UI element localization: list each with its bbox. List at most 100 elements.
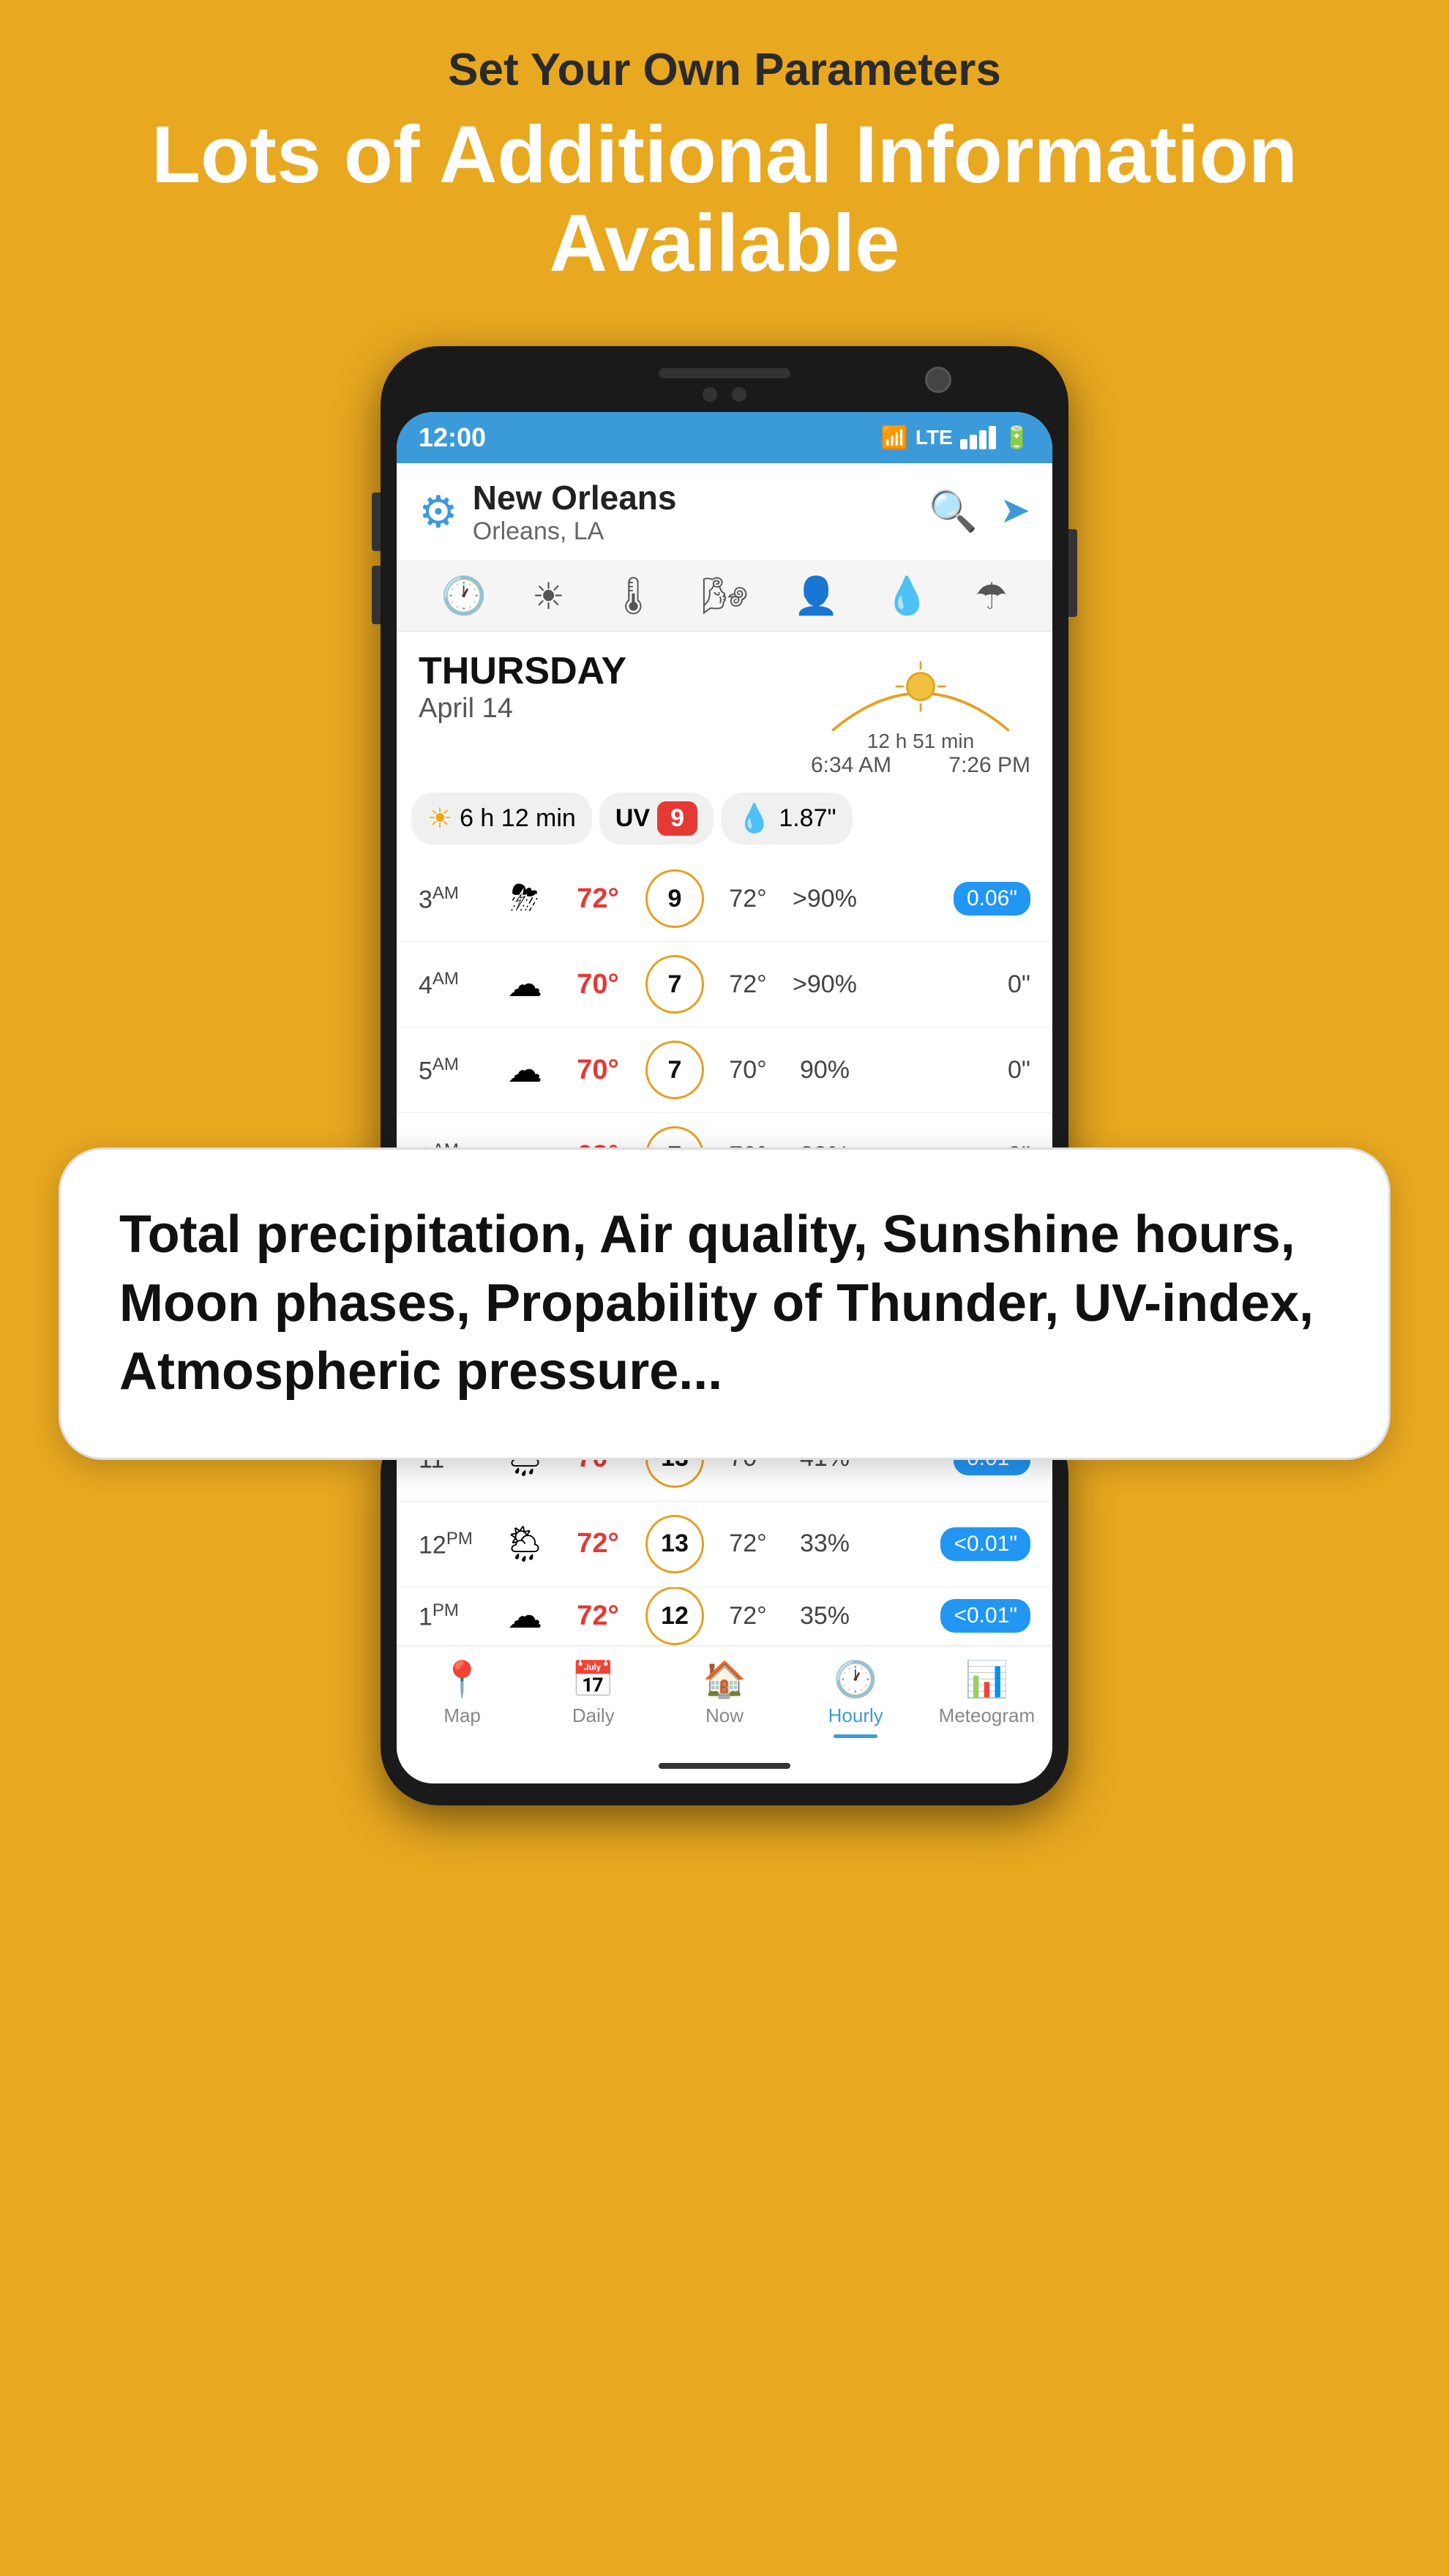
- location-info: New Orleans Orleans, LA: [473, 478, 677, 546]
- humidity-value: 35%: [785, 1602, 865, 1630]
- dew-value: 72°: [711, 970, 785, 999]
- nav-item-hourly[interactable]: 🕐 Hourly: [790, 1658, 921, 1738]
- phone-screen: 12:00 📶 LTE 🔋: [397, 412, 1052, 1199]
- phone-screen-bottom: 11AM 🌦 70° 13 70° 41% 0.01" 12PM 🌦: [397, 1416, 1052, 1783]
- clock-icon: 🕐: [834, 1658, 877, 1700]
- wifi-icon: 📶: [880, 425, 907, 451]
- sun-arc-area: 12 h 51 min 6:34 AM 7:26 PM: [811, 649, 1030, 778]
- nav-label-now: Now: [705, 1704, 744, 1727]
- nav-item-now[interactable]: 🏠 Now: [659, 1658, 790, 1738]
- info-bubble-text: Total precipitation, Air quality, Sunshi…: [119, 1201, 1330, 1407]
- dew-value: 72°: [711, 1602, 785, 1630]
- main-container: Set Your Own Parameters Lots of Addition…: [0, 0, 1449, 1805]
- nav-item-meteogram[interactable]: 📊 Meteogram: [921, 1658, 1052, 1738]
- status-bar: 12:00 📶 LTE 🔋: [397, 412, 1052, 463]
- sunshine-stat: ☀ 6 h 12 min: [411, 793, 592, 845]
- tab-umbrella[interactable]: ☂: [975, 575, 1008, 618]
- hour-label: 12PM: [419, 1529, 492, 1560]
- bottom-nav: 📍 Map 📅 Daily 🏠 Now 🕐 Hourly: [397, 1646, 1052, 1756]
- hourly-row: 5AM ☁ 70° 7 70° 90% 0": [397, 1027, 1052, 1113]
- sun-arc: [811, 649, 1030, 744]
- settings-icon[interactable]: ⚙: [419, 487, 458, 538]
- temp-value: 70°: [558, 969, 638, 1000]
- signal-bar-1: [960, 439, 967, 449]
- humidity-value: >90%: [785, 885, 865, 913]
- phone-bottom-wrapper: 11AM 🌦 70° 13 70° 41% 0.01" 12PM 🌦: [0, 1416, 1449, 1805]
- status-icons: 📶 LTE 🔋: [880, 425, 1030, 451]
- calendar-icon: 📅: [572, 1658, 615, 1700]
- tab-thermometer[interactable]: 🌡: [610, 574, 656, 618]
- hourly-row: 12PM 🌦 72° 13 72° 33% <0.01": [397, 1502, 1052, 1587]
- humidity-value: 33%: [785, 1530, 865, 1558]
- map-icon: 📍: [441, 1658, 484, 1700]
- navigation-icon[interactable]: ➤: [1000, 489, 1030, 535]
- nav-label-meteogram: Meteogram: [939, 1704, 1036, 1727]
- info-bubble: Total precipitation, Air quality, Sunshi…: [59, 1147, 1390, 1460]
- app-header: ⚙ New Orleans Orleans, LA 🔍 ➤: [397, 463, 1052, 561]
- search-icon[interactable]: 🔍: [929, 489, 978, 535]
- phone-device-bottom: 11AM 🌦 70° 13 70° 41% 0.01" 12PM 🌦: [381, 1416, 1068, 1805]
- sun-icon: ☀: [427, 802, 452, 835]
- humidity-value: 90%: [785, 1056, 865, 1085]
- signal-bars: [960, 426, 996, 449]
- phone-power-button: [1068, 529, 1077, 617]
- day-date: April 14: [419, 693, 811, 724]
- nav-item-map[interactable]: 📍 Map: [397, 1658, 528, 1738]
- temp-value: 72°: [558, 883, 638, 915]
- precip-value: 0": [865, 970, 1030, 999]
- dew-value: 70°: [711, 1056, 785, 1085]
- precip-badge: <0.01": [940, 1527, 1030, 1561]
- tab-clock[interactable]: 🕐: [441, 574, 487, 618]
- weather-icons-row: 🕐 ☀ 🌡 🌬 👤 💧 ☂: [397, 561, 1052, 632]
- nav-label-hourly: Hourly: [828, 1704, 883, 1727]
- precip-value: <0.01": [865, 1527, 1030, 1561]
- nav-label-daily: Daily: [572, 1704, 615, 1727]
- status-time: 12:00: [419, 422, 486, 453]
- header-area: Set Your Own Parameters Lots of Addition…: [0, 0, 1449, 317]
- app-header-left: ⚙ New Orleans Orleans, LA: [419, 478, 676, 546]
- dew-value: 72°: [711, 1530, 785, 1558]
- uv-circle: 13: [645, 1515, 704, 1573]
- precip-value: 0.06": [865, 882, 1030, 916]
- tab-sun[interactable]: ☀: [532, 575, 565, 618]
- weather-icon: ☁: [492, 1049, 558, 1090]
- uv-label: UV: [615, 804, 650, 833]
- weather-icon: ☁: [492, 964, 558, 1005]
- weather-icon: 🌦: [492, 1523, 558, 1565]
- nav-active-indicator: [834, 1734, 877, 1738]
- day-name: THURSDAY: [419, 649, 811, 693]
- nav-item-daily[interactable]: 📅 Daily: [528, 1658, 659, 1738]
- hourly-row: 1PM ☁ 72° 12 72° 35% <0.01": [397, 1587, 1052, 1646]
- chart-icon: 📊: [965, 1658, 1009, 1700]
- tab-wind[interactable]: 🌬: [702, 574, 748, 618]
- sun-times: 6:34 AM 7:26 PM: [811, 753, 1030, 778]
- precip-value: 0": [865, 1056, 1030, 1085]
- lte-label: LTE: [916, 426, 953, 449]
- home-icon: 🏠: [703, 1658, 746, 1700]
- tab-person[interactable]: 👤: [793, 574, 839, 618]
- phone-device: 12:00 📶 LTE 🔋: [381, 346, 1068, 1221]
- app-header-right: 🔍 ➤: [929, 489, 1030, 535]
- nav-label-map: Map: [443, 1704, 481, 1727]
- phone-volume-up-button: [372, 493, 381, 551]
- precip-badge: 0.06": [954, 882, 1030, 916]
- uv-circle: 7: [645, 1041, 704, 1099]
- temp-value: 70°: [558, 1055, 638, 1086]
- day-info: THURSDAY April 14: [419, 649, 811, 724]
- sunrise-time: 6:34 AM: [811, 753, 891, 778]
- phone-wrapper: 12:00 📶 LTE 🔋: [0, 346, 1449, 1221]
- humidity-value: >90%: [785, 970, 865, 999]
- hour-label: 4AM: [419, 969, 492, 1000]
- rain-value: 1.87": [779, 804, 836, 833]
- signal-bar-4: [989, 426, 996, 449]
- tab-humidity[interactable]: 💧: [884, 574, 929, 618]
- temp-value: 72°: [558, 1600, 638, 1632]
- weather-icon: ☁: [492, 1595, 558, 1636]
- rain-icon: 💧: [737, 803, 771, 835]
- precip-badge: <0.01": [940, 1599, 1030, 1633]
- precip-value: <0.01": [865, 1599, 1030, 1633]
- weather-icon: ⛈: [492, 878, 558, 919]
- temp-value: 72°: [558, 1528, 638, 1560]
- location-region: Orleans, LA: [473, 517, 677, 546]
- sunshine-hours: 6 h 12 min: [460, 804, 576, 833]
